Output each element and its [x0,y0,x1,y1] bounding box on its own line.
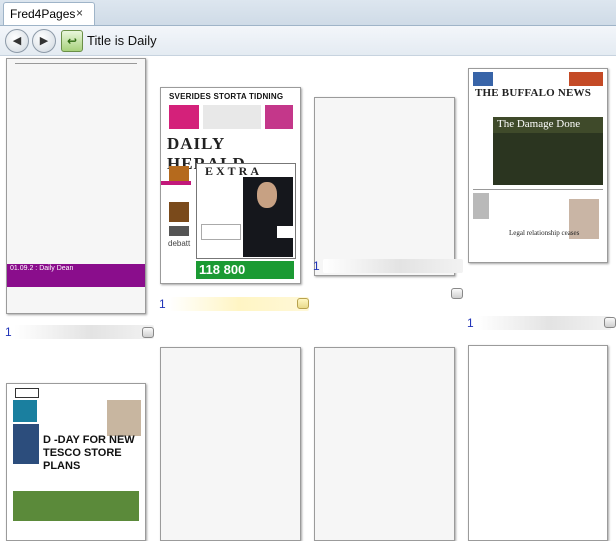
teaser-image [169,202,189,222]
headline: D -DAY FOR NEW TESCO STORE PLANS [43,434,135,472]
promo-box [169,105,199,129]
masthead-logo [15,388,39,398]
tab-bar: Fred4Pages × [0,0,616,26]
sidebar-text: debatt [168,239,191,248]
back-arrow-icon[interactable]: ◀ [5,29,29,53]
teaser-rule [161,181,191,185]
subheadline: Legal relationship ceases [509,229,580,237]
page-number: 1 [5,325,12,339]
page-thumbnail-3[interactable] [314,97,455,276]
page-checkbox[interactable] [297,298,309,309]
close-icon[interactable]: × [76,6,83,20]
column-photo [473,193,489,219]
ad-banner: 118 800 [196,261,294,279]
page-1-caption: 01.09.2 : Daily Dean [10,265,74,272]
up-level-icon[interactable]: ↩ [61,30,83,52]
promo-box [473,72,493,86]
masthead-title: THE BUFFALO NEWS [475,87,592,99]
teaser-image [13,424,39,464]
teaser-image [107,400,141,436]
promo-box [203,105,261,129]
page-thumbnail-2[interactable]: SVERIDES STORTA TIDNING DAILY HERALD deb… [160,87,301,284]
page-thumbnail-6[interactable] [160,347,301,541]
rule [473,189,603,190]
promo-box [569,72,603,86]
teaser-image [13,400,37,422]
lead-photo [493,133,603,185]
page-thumbnail-8[interactable] [468,345,608,541]
page-thumbnail-5[interactable]: D -DAY FOR NEW TESCO STORE PLANS [6,383,146,541]
page-status-bar [169,297,309,311]
page-number: 1 [159,297,166,311]
page-number: 1 [467,316,474,330]
page-status-bar [14,325,154,339]
photo-face [257,182,277,208]
teaser-image [169,226,189,236]
extra-box: EXTRA [196,163,296,259]
forward-arrow-icon[interactable]: ▶ [32,29,56,53]
ad-number: 118 800 [199,262,246,277]
photo-caption-box [277,226,293,238]
page-checkbox[interactable] [604,317,616,328]
headline-band: The Damage Done [493,117,603,133]
tab-label: Fred4Pages [10,7,76,21]
page-thumbnail-1[interactable]: 01.09.2 : Daily Dean [6,58,146,314]
teaser-image [169,166,189,182]
page-checkbox[interactable] [142,327,154,338]
headline: The Damage Done [497,118,581,130]
page-checkbox[interactable] [451,288,463,299]
page-status-bar [477,316,611,330]
page-thumbnail-7[interactable] [314,347,455,541]
promo-box [265,105,293,129]
text-box [201,224,241,240]
toolbar: ◀ ▶ ↩ Title is Daily [0,26,616,56]
page-status-bar [323,259,463,273]
ad-banner [13,491,139,521]
masthead-rule [15,63,137,64]
tab-fred4pages[interactable]: Fred4Pages × [3,2,95,25]
top-banner-text: SVERIDES STORTA TIDNING [169,92,284,101]
page-number: 1 [313,259,320,273]
page-thumbnail-4[interactable]: THE BUFFALO NEWS The Damage Done Legal r… [468,68,608,263]
breadcrumb: Title is Daily [87,33,157,48]
